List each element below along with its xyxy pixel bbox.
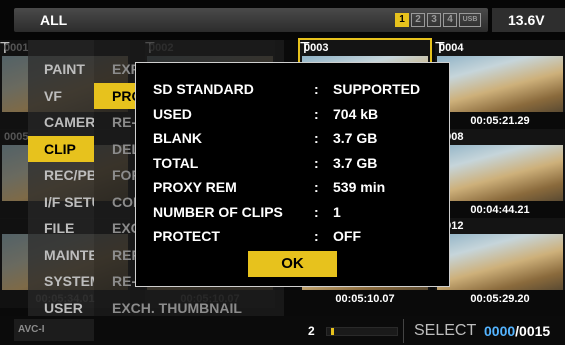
capacity-bar xyxy=(326,327,398,336)
clip-count: 0000/0015 xyxy=(484,319,550,343)
menu-item-clip[interactable]: CLIP xyxy=(28,135,94,162)
property-separator: : xyxy=(314,203,319,220)
usb-indicator[interactable]: USB xyxy=(459,13,481,27)
property-separator: : xyxy=(314,154,319,171)
property-separator: : xyxy=(314,105,319,122)
clip-thumbnail[interactable]: 0004 T 00:05:21.29 xyxy=(435,40,565,130)
slot-indicators: 1 2 3 4 USB xyxy=(395,13,481,27)
thumbnail-image xyxy=(437,56,563,112)
clip-timecode: 00:04:44.21 xyxy=(435,201,565,219)
menu-item-maintenance[interactable]: MAINTENANCE xyxy=(28,242,94,268)
property-separator: : xyxy=(314,179,319,195)
menu-item-paint[interactable]: PAINT xyxy=(28,56,94,82)
ok-button[interactable]: OK xyxy=(248,251,337,277)
menu-item-rec-pb[interactable]: REC/PB xyxy=(28,162,94,188)
menu-item-i-f-setup[interactable]: I/F SETUP xyxy=(28,189,94,215)
property-label: PROXY REM xyxy=(153,179,237,195)
property-value: 1 xyxy=(333,203,341,220)
clip-timecode: 00:05:10.07 xyxy=(300,290,430,308)
capacity-bar-fill xyxy=(331,328,334,335)
selected-count: 0000 xyxy=(484,323,516,339)
slot-3-indicator[interactable]: 3 xyxy=(427,13,441,27)
property-value: OFF xyxy=(333,228,361,244)
clip-thumbnail[interactable]: 0012T00:05:29.20 xyxy=(435,218,565,308)
property-separator: : xyxy=(314,228,319,244)
clip-thumbnail[interactable]: 0008T00:04:44.21 xyxy=(435,129,565,219)
property-value: 704 kB xyxy=(333,105,379,122)
slot-4-indicator[interactable]: 4 xyxy=(443,13,457,27)
thumbnail-image xyxy=(437,145,563,201)
clip-timecode: 00:05:29.20 xyxy=(435,290,565,308)
property-separator: : xyxy=(314,81,319,97)
menu-item-file[interactable]: FILE xyxy=(28,215,94,241)
slot-2-indicator[interactable]: 2 xyxy=(411,13,425,27)
menu-item-vf[interactable]: VF xyxy=(28,83,94,109)
clip-number: 0004 xyxy=(439,42,464,54)
property-dialog: SD STANDARD: SUPPORTED USED:704 kB BLANK:3.… xyxy=(135,62,450,287)
main-menu: PAINTVFCAMERACLIPREC/PBI/F SETUPFILEMAIN… xyxy=(28,40,94,330)
property-label: NUMBER OF CLIPS xyxy=(153,203,283,220)
select-label: SELECT xyxy=(414,322,477,339)
property-separator: : xyxy=(314,130,319,146)
property-value: 3.7 GB xyxy=(333,154,378,171)
camera-screen: ALL 1 2 3 4 USB 13.6V 0001T0002T00:05:02… xyxy=(0,0,565,345)
property-label: SD STANDARD xyxy=(153,81,254,97)
menu-item-camera[interactable]: CAMERA xyxy=(28,109,94,135)
property-label: BLANK xyxy=(153,130,202,146)
property-value: 3.7 GB xyxy=(333,130,378,146)
codec-label: AVC-I xyxy=(14,319,94,341)
thumbnail-image xyxy=(437,234,563,290)
menu-item-system[interactable]: SYSTEM xyxy=(28,268,94,294)
select-status: SELECT 0000/0015 xyxy=(403,319,565,343)
battery-voltage: 13.6V xyxy=(492,8,565,32)
bottom-bar: AVC-I 2 SELECT 0000/0015 xyxy=(0,316,565,345)
property-label: PROTECT xyxy=(153,228,220,244)
clip-number: 0008 xyxy=(439,131,464,143)
clip-number: 0003 xyxy=(304,42,329,54)
clip-number: 0012 xyxy=(439,220,464,232)
slot-number: 2 xyxy=(308,324,315,338)
submenu-item-property[interactable]: PROPERTY xyxy=(94,82,138,109)
top-bar: ALL 1 2 3 4 USB 13.6V xyxy=(0,0,565,40)
clip-timecode: 00:05:21.29 xyxy=(435,112,565,130)
property-value: SUPPORTED xyxy=(333,81,421,97)
property-label: USED xyxy=(153,105,192,122)
property-label: TOTAL xyxy=(153,154,199,171)
property-value: 539 min xyxy=(333,179,386,195)
total-count: /0015 xyxy=(515,323,551,339)
slot-1-indicator[interactable]: 1 xyxy=(395,13,409,27)
